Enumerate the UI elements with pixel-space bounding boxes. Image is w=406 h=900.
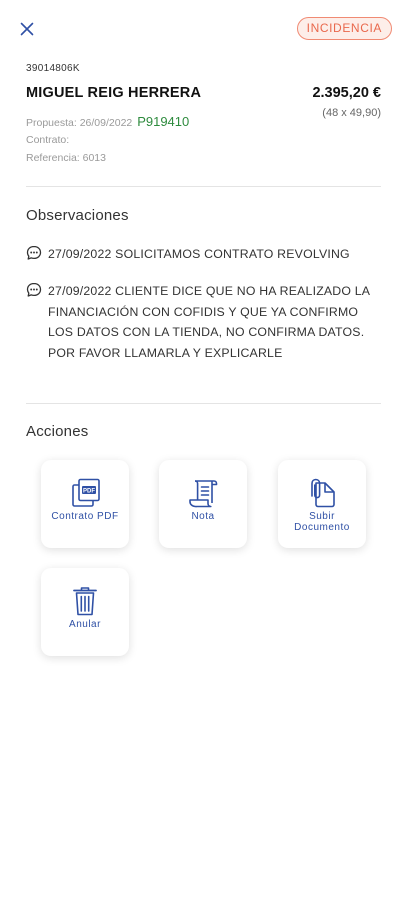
divider — [26, 186, 381, 187]
upload-document-label: Subir Documento — [294, 511, 350, 533]
amount: 2.395,20 € — [312, 85, 381, 101]
observation-text: 27/09/2022 SOLICITAMOS CONTRATO REVOLVIN… — [48, 247, 350, 261]
note-label: Nota — [191, 511, 215, 522]
actions-title: Acciones — [26, 423, 89, 440]
svg-text:PDF: PDF — [83, 489, 95, 495]
status-badge: INCIDENCIA — [296, 17, 392, 40]
client-name: MIGUEL REIG HERRERA — [26, 85, 202, 101]
proposal-line: Propuesta: 26/09/2022 P919410 — [26, 114, 189, 129]
proposal-code: P919410 — [137, 114, 190, 129]
client-id: 39014806K — [26, 63, 80, 74]
observation-item: 27/09/2022 CLIENTE DICE QUE NO HA REALIZ… — [26, 281, 381, 363]
cancel-button[interactable]: Anular — [41, 568, 129, 656]
contract-line: Contrato: — [26, 134, 70, 146]
observation-item: 27/09/2022 SOLICITAMOS CONTRATO REVOLVIN… — [26, 244, 381, 265]
contract-pdf-button[interactable]: PDF Contrato PDF — [41, 460, 129, 548]
chat-bubble-icon — [26, 245, 42, 260]
divider — [26, 403, 381, 404]
contract-pdf-label: Contrato PDF — [51, 511, 119, 522]
note-scroll-icon — [189, 480, 218, 508]
observations-title: Observaciones — [26, 207, 129, 224]
upload-document-button[interactable]: Subir Documento — [278, 460, 366, 548]
top-bar: INCIDENCIA — [0, 0, 406, 60]
trash-icon — [73, 587, 97, 616]
reference-line: Referencia: 6013 — [26, 152, 106, 164]
upload-document-icon — [311, 478, 335, 508]
note-button[interactable]: Nota — [159, 460, 247, 548]
pdf-document-icon: PDF — [72, 478, 100, 507]
chat-bubble-icon — [26, 282, 42, 297]
close-button[interactable] — [14, 16, 40, 42]
observation-text: 27/09/2022 CLIENTE DICE QUE NO HA REALIZ… — [48, 284, 370, 360]
cancel-label: Anular — [69, 619, 101, 630]
proposal-date: Propuesta: 26/09/2022 — [26, 117, 133, 129]
installments: (48 x 49,90) — [322, 107, 381, 119]
close-icon — [20, 22, 34, 36]
